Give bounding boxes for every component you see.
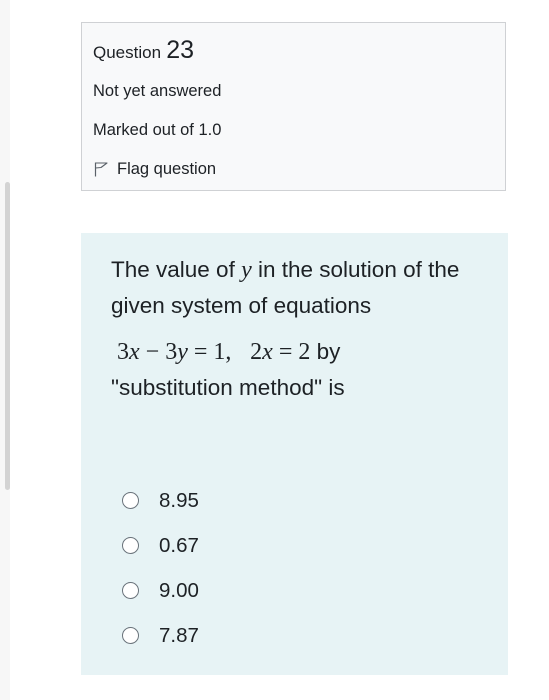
- answer-list: 8.95 0.67 9.00 7.87: [122, 478, 199, 658]
- question-text: The value of y in the solution of the gi…: [111, 252, 491, 406]
- scrollbar[interactable]: [5, 182, 10, 490]
- radio-button[interactable]: [122, 492, 139, 509]
- question-grade: Marked out of 1.0: [93, 121, 222, 139]
- answer-label: 0.67: [159, 533, 199, 557]
- qtext-part1: The value of: [111, 257, 242, 282]
- radio-button[interactable]: [122, 582, 139, 599]
- question-label: Question: [93, 43, 162, 62]
- answer-label: 7.87: [159, 623, 199, 647]
- answer-option-2[interactable]: 0.67: [122, 523, 199, 568]
- flag-outline-icon: [93, 161, 109, 177]
- qtext-by: by: [310, 339, 341, 364]
- answer-label: 8.95: [159, 488, 199, 512]
- answer-option-4[interactable]: 7.87: [122, 613, 199, 658]
- equation-1: 3x − 3y = 1,: [117, 339, 232, 365]
- equation-line: 3x − 3y = 1, 2x = 2 by: [111, 334, 491, 370]
- question-formulation: The value of y in the solution of the gi…: [81, 233, 508, 675]
- answer-option-3[interactable]: 9.00: [122, 568, 199, 613]
- answer-option-1[interactable]: 8.95: [122, 478, 199, 523]
- equation-2: 2x = 2: [250, 339, 311, 365]
- question-info-panel: Question 23 Not yet answered Marked out …: [81, 22, 506, 191]
- question-number: 23: [166, 36, 195, 64]
- question-heading: Question 23: [93, 35, 505, 65]
- answer-label: 9.00: [159, 578, 199, 602]
- radio-button[interactable]: [122, 537, 139, 554]
- question-state: Not yet answered: [93, 82, 222, 100]
- question-text-intro: The value of y in the solution of the gi…: [111, 252, 491, 324]
- flag-question-link[interactable]: Flag question: [93, 159, 505, 179]
- flag-question-label: Flag question: [117, 160, 217, 178]
- quiz-page: Question 23 Not yet answered Marked out …: [0, 0, 549, 700]
- qtext-method: "substitution method" is: [111, 375, 345, 400]
- qtext-var-y: y: [241, 257, 252, 283]
- page-left-edge: [0, 0, 10, 700]
- radio-button[interactable]: [122, 627, 139, 644]
